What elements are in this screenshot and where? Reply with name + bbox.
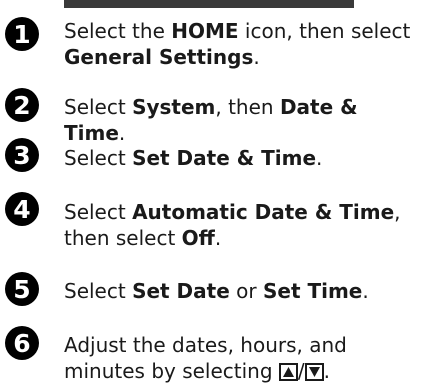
ui-term: General Settings [64, 45, 254, 69]
step-4: 4 Select Automatic Date & Time, then sel… [0, 192, 420, 252]
step-number-badge: 3 [5, 138, 39, 172]
top-divider-bar [64, 0, 354, 8]
step-number-badge: 5 [5, 272, 39, 306]
step-number-badge: 1 [5, 17, 39, 51]
step-2: 2 Select System, then Date & Time. [0, 88, 420, 145]
step-number-badge: 2 [5, 88, 39, 122]
ui-term: Set Date & Time [132, 146, 317, 170]
up-triangle-icon [278, 363, 298, 381]
ui-term: Set Time [262, 279, 363, 303]
step-number-badge: 4 [5, 192, 39, 226]
ui-term: Off [181, 226, 215, 250]
ui-term: System [132, 95, 216, 119]
ui-term: Set Date [132, 279, 230, 303]
step-instruction: Select Automatic Date & Time, then selec… [64, 200, 401, 250]
step-instruction: Select Set Date or Set Time. [64, 279, 369, 303]
step-1: 1 Select the HOME icon, then select Gene… [0, 14, 420, 70]
step-instruction: Select Set Date & Time. [64, 146, 323, 170]
step-instruction: Adjust the dates, hours, and minutes by … [64, 333, 347, 383]
ui-term: Automatic Date & Time [132, 200, 395, 224]
step-3: 3 Select Set Date & Time. [0, 138, 420, 178]
step-number-badge: 6 [5, 326, 39, 360]
step-instruction: Select the HOME icon, then select Genera… [64, 19, 411, 69]
ui-term: HOME [171, 19, 239, 43]
step-6: 6 Adjust the dates, hours, and minutes b… [0, 326, 420, 383]
step-5: 5 Select Set Date or Set Time. [0, 272, 420, 312]
down-triangle-icon [304, 363, 324, 381]
